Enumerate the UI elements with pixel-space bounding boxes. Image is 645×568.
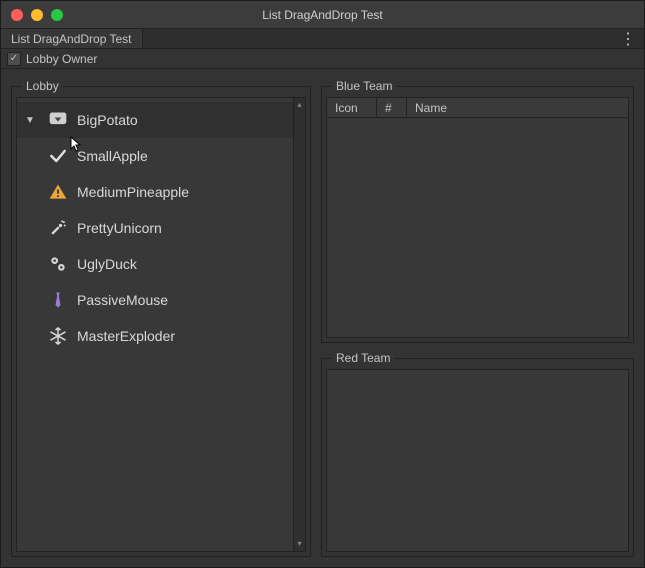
red-team-list[interactable] bbox=[326, 369, 629, 552]
lobby-item-label: PrettyUnicorn bbox=[77, 220, 162, 236]
menu-more-icon[interactable]: ⋮ bbox=[620, 29, 636, 49]
scroll-down-icon[interactable]: ▾ bbox=[296, 539, 303, 549]
lobby-owner-label: Lobby Owner bbox=[26, 52, 97, 66]
list-item[interactable]: PrettyUnicorn bbox=[17, 210, 305, 246]
red-team-group: Red Team bbox=[321, 351, 634, 557]
list-item[interactable]: ▼ BigPotato bbox=[17, 102, 305, 138]
lobby-item-label: MasterExploder bbox=[77, 328, 175, 344]
lobby-owner-row: ✓ Lobby Owner bbox=[1, 49, 644, 69]
lobby-item-label: UglyDuck bbox=[77, 256, 137, 272]
maximize-window-button[interactable] bbox=[51, 9, 63, 21]
gears-icon bbox=[47, 253, 69, 275]
column-header-icon[interactable]: Icon bbox=[327, 98, 377, 117]
tie-icon bbox=[47, 289, 69, 311]
lobby-item-label: BigPotato bbox=[77, 112, 138, 128]
column-header-number[interactable]: # bbox=[377, 98, 407, 117]
column-header-name[interactable]: Name bbox=[407, 98, 628, 117]
lobby-owner-checkbox[interactable]: ✓ bbox=[7, 52, 21, 66]
list-item[interactable]: UglyDuck bbox=[17, 246, 305, 282]
scroll-up-icon[interactable]: ▴ bbox=[296, 100, 303, 110]
check-icon bbox=[47, 145, 69, 167]
lobby-item-label: SmallApple bbox=[77, 148, 148, 164]
titlebar: List DragAndDrop Test bbox=[1, 1, 644, 29]
blue-team-list[interactable]: Icon # Name bbox=[326, 97, 629, 338]
list-item[interactable]: MediumPineapple bbox=[17, 174, 305, 210]
warning-icon bbox=[47, 181, 69, 203]
red-team-title: Red Team bbox=[332, 351, 394, 365]
close-window-button[interactable] bbox=[11, 9, 23, 21]
blue-team-header: Icon # Name bbox=[327, 98, 628, 118]
list-item[interactable]: MasterExploder bbox=[17, 318, 305, 354]
scrollbar-vertical[interactable]: ▴ ▾ bbox=[293, 98, 305, 551]
lobby-title: Lobby bbox=[22, 79, 63, 93]
tabs-row: List DragAndDrop Test ⋮ bbox=[1, 29, 644, 49]
lobby-list[interactable]: ▼ BigPotato SmallApple bbox=[16, 97, 306, 552]
lobby-item-label: PassiveMouse bbox=[77, 292, 168, 308]
tab-list-draganddrop-test[interactable]: List DragAndDrop Test bbox=[1, 29, 143, 48]
window-title: List DragAndDrop Test bbox=[1, 8, 644, 22]
lobby-group: Lobby ▼ BigPotato bbox=[11, 79, 311, 557]
dropdown-filled-icon bbox=[47, 109, 69, 131]
lobby-item-label: MediumPineapple bbox=[77, 184, 189, 200]
tab-label: List DragAndDrop Test bbox=[11, 32, 132, 46]
snowflake-icon bbox=[47, 325, 69, 347]
chevron-down-icon: ▼ bbox=[25, 115, 39, 126]
list-item[interactable]: SmallApple bbox=[17, 138, 305, 174]
list-item[interactable]: PassiveMouse bbox=[17, 282, 305, 318]
window-controls bbox=[11, 9, 63, 21]
blue-team-title: Blue Team bbox=[332, 79, 396, 93]
spray-icon bbox=[47, 217, 69, 239]
blue-team-group: Blue Team Icon # Name bbox=[321, 79, 634, 343]
minimize-window-button[interactable] bbox=[31, 9, 43, 21]
